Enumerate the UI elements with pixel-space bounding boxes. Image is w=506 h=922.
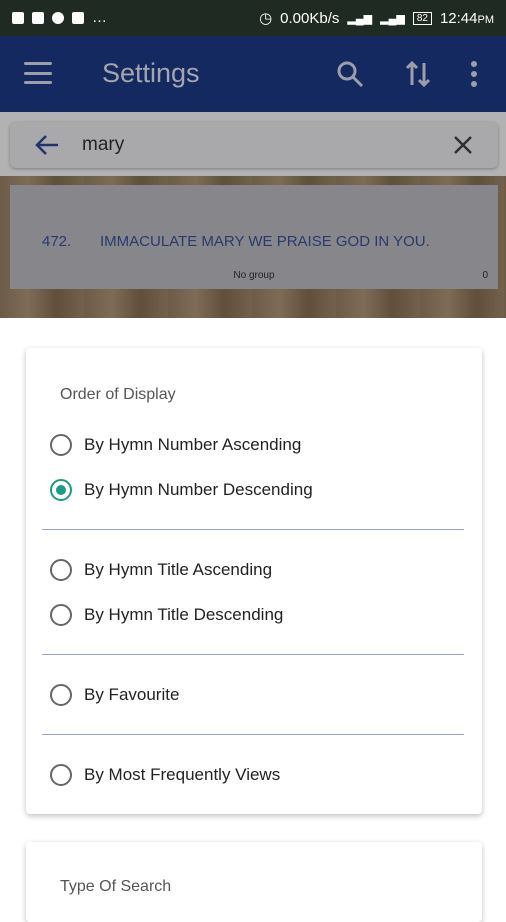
qr-icon <box>72 11 84 24</box>
gallery-icon <box>12 11 24 24</box>
option-most-viewed[interactable]: By Most Frequently Views <box>50 764 280 786</box>
radio-button-selected[interactable] <box>50 479 72 501</box>
alarm-icon: ◷ <box>259 10 273 27</box>
option-label: By Hymn Title Descending <box>84 605 284 624</box>
option-favourite[interactable]: By Favourite <box>50 684 179 706</box>
option-label: By Favourite <box>84 685 180 704</box>
option-label: By Most Frequently Views <box>84 765 281 784</box>
option-number-ascending[interactable]: By Hymn Number Ascending <box>50 434 301 456</box>
option-title-descending[interactable]: By Hymn Title Descending <box>50 604 283 626</box>
network-speed: 0.00Kb/s <box>280 9 340 27</box>
chat-icon <box>52 11 64 24</box>
order-heading: Order of Display <box>60 386 176 403</box>
search-type-heading: Type Of Search <box>60 878 172 895</box>
battery-icon: 82 <box>412 11 432 25</box>
divider <box>42 734 464 735</box>
signal-icon: ▂▄▆ <box>347 12 373 25</box>
status-bar: … ◷ 0.00Kb/s ▂▄▆ ▂▄▆ 82 12:44PM <box>0 0 506 36</box>
type-of-search-card: Type Of Search <box>26 842 482 922</box>
option-number-descending[interactable]: By Hymn Number Descending <box>50 479 313 501</box>
option-label: By Hymn Number Ascending <box>84 435 302 454</box>
divider <box>42 654 464 655</box>
order-of-display-card: Order of Display By Hymn Number Ascendin… <box>26 348 482 814</box>
option-label: By Hymn Title Ascending <box>84 560 273 579</box>
radio-button[interactable] <box>50 434 72 456</box>
notification-icons: … <box>12 9 107 26</box>
option-label: By Hymn Number Descending <box>84 480 313 499</box>
radio-button[interactable] <box>50 604 72 626</box>
dim-overlay[interactable] <box>0 36 506 318</box>
option-title-ascending[interactable]: By Hymn Title Ascending <box>50 559 272 581</box>
more-notifications-icon: … <box>92 9 107 26</box>
signal-icon: ▂▄▆ <box>380 12 405 25</box>
radio-button[interactable] <box>50 684 72 706</box>
clock: 12:44PM <box>439 9 494 27</box>
radio-button[interactable] <box>50 559 72 581</box>
qr-icon <box>32 11 44 24</box>
divider <box>42 529 464 530</box>
radio-button[interactable] <box>50 764 72 786</box>
